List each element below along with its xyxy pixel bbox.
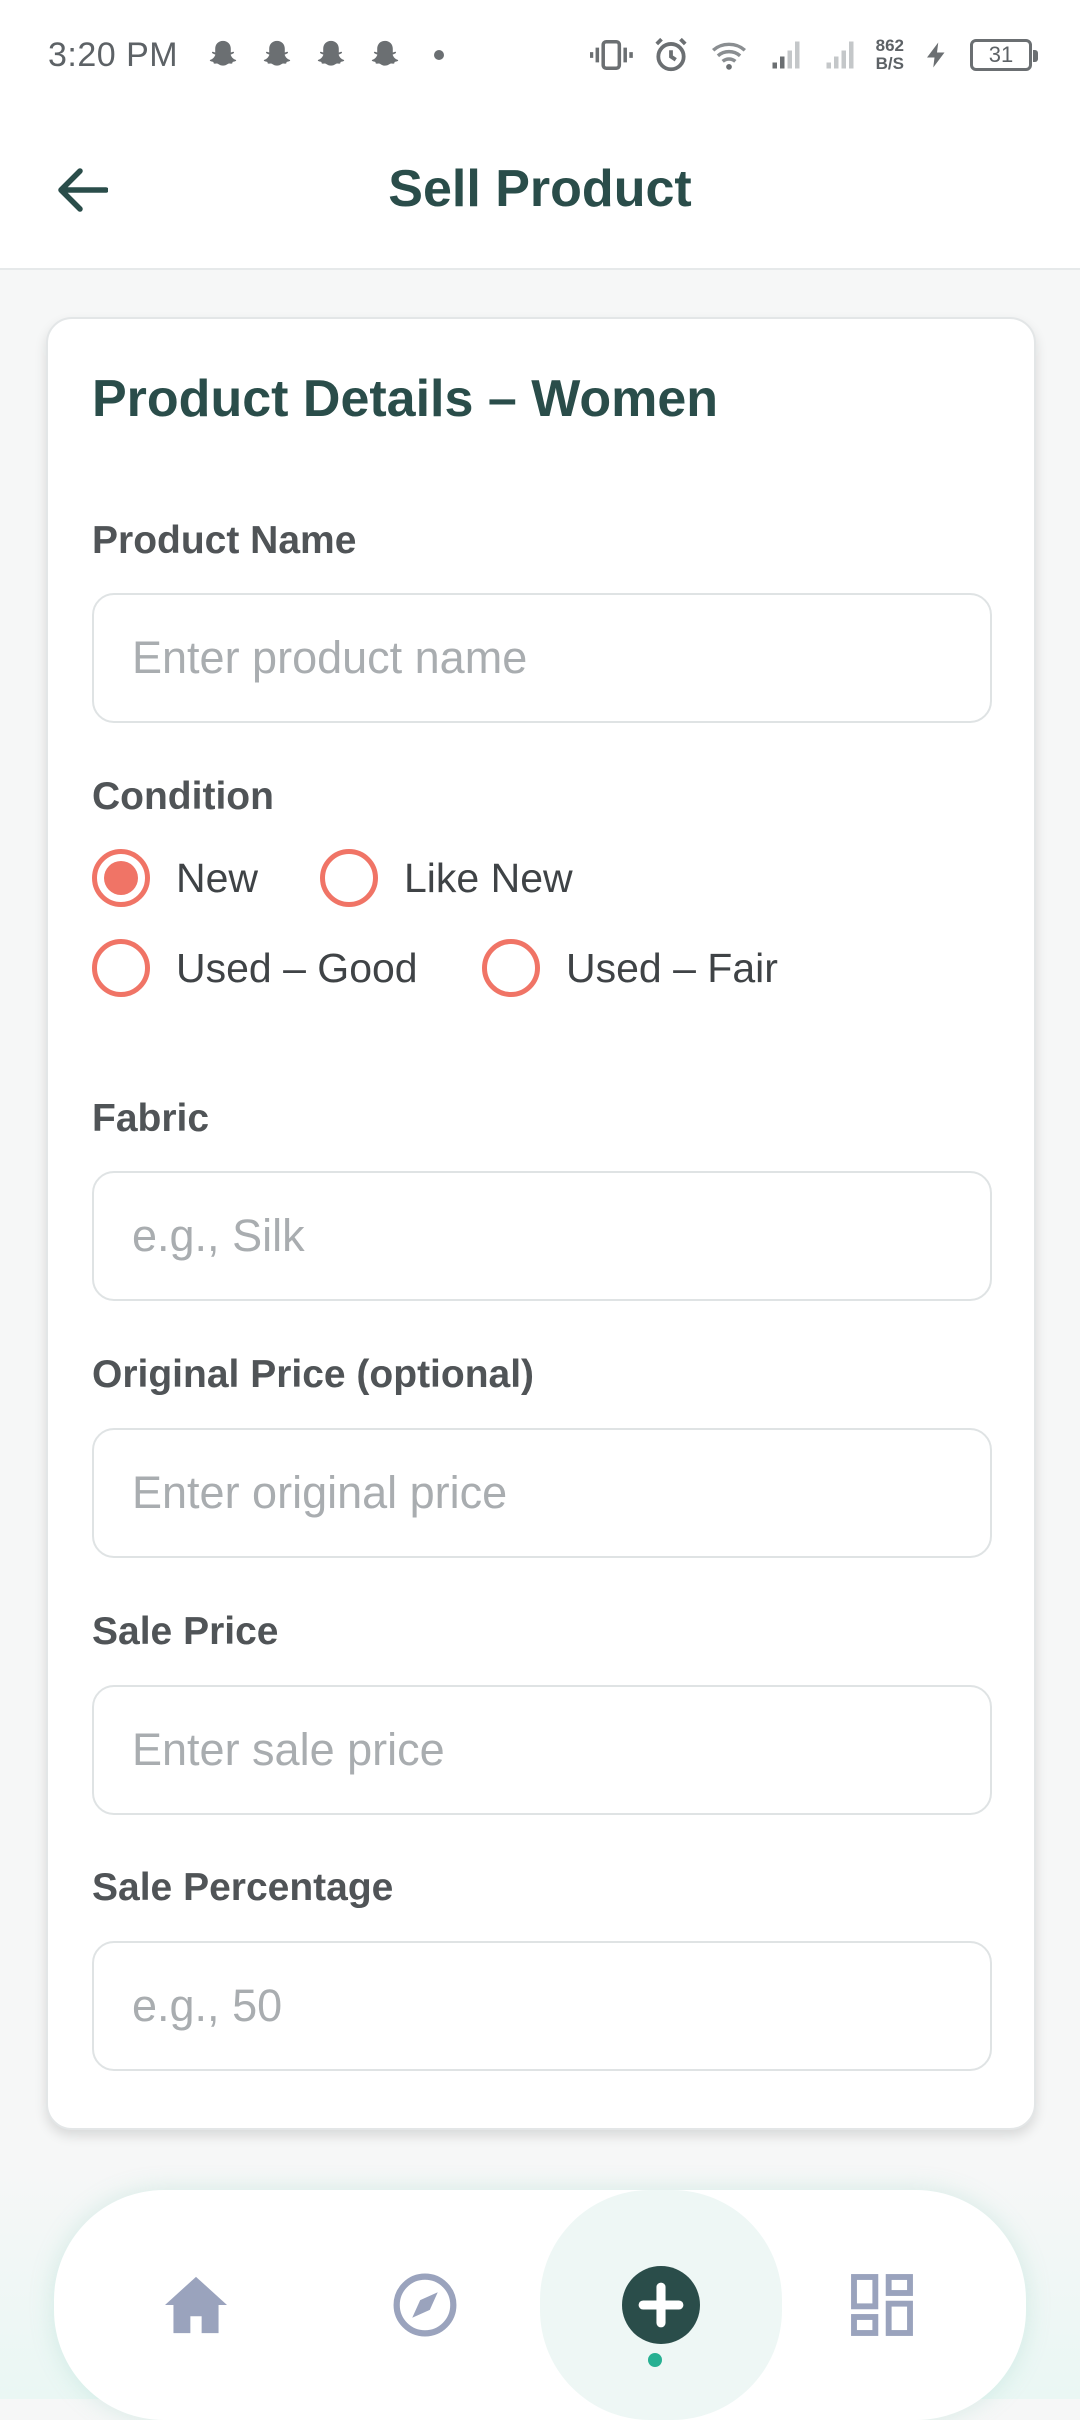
battery-level: 31 xyxy=(988,42,1014,67)
product-name-input[interactable] xyxy=(92,593,992,723)
condition-option-new[interactable]: New xyxy=(92,849,320,907)
battery-icon: 31 xyxy=(970,39,1038,71)
vibrate-icon xyxy=(589,40,633,70)
sale-price-label: Sale Price xyxy=(92,1610,279,1653)
alarm-icon xyxy=(655,37,687,72)
fabric-input[interactable] xyxy=(92,1171,992,1301)
signal-icon xyxy=(826,41,854,69)
nav-add[interactable] xyxy=(546,2190,776,2420)
notification-icons xyxy=(206,38,445,72)
radio-selected-icon xyxy=(92,849,150,907)
radio-unselected-icon xyxy=(92,939,150,997)
nav-dashboard[interactable] xyxy=(767,2190,997,2420)
dashboard-icon xyxy=(851,2274,913,2336)
condition-option-like-new[interactable]: Like New xyxy=(320,849,573,907)
snapchat-icon xyxy=(371,40,399,66)
radio-unselected-icon xyxy=(482,939,540,997)
signal-icon xyxy=(772,41,800,69)
product-name-label: Product Name xyxy=(92,519,357,562)
home-icon xyxy=(165,2276,227,2334)
nav-home[interactable] xyxy=(81,2190,311,2420)
card-title: Product Details – Women xyxy=(92,370,719,428)
sale-percentage-label: Sale Percentage xyxy=(92,1866,394,1909)
add-icon xyxy=(622,2266,700,2344)
bottom-navigation xyxy=(54,2190,1026,2420)
condition-radio-row: New Like New xyxy=(92,849,573,907)
radio-unselected-icon xyxy=(320,849,378,907)
status-time: 3:20 PM xyxy=(48,35,179,74)
nav-explore[interactable] xyxy=(310,2190,540,2420)
page-title: Sell Product xyxy=(388,160,692,218)
product-details-card: Product Details – Women Product Name Con… xyxy=(46,317,1036,2130)
condition-option-used-good[interactable]: Used – Good xyxy=(92,939,482,997)
fabric-label: Fabric xyxy=(92,1097,210,1140)
sale-percentage-input[interactable] xyxy=(92,1941,992,2071)
compass-icon xyxy=(393,2273,457,2337)
condition-option-used-fair[interactable]: Used – Fair xyxy=(482,939,778,997)
condition-radio-row: Used – Good Used – Fair xyxy=(92,939,778,997)
condition-label: Condition xyxy=(92,775,274,818)
back-button[interactable] xyxy=(52,160,112,220)
snapchat-icon xyxy=(209,40,237,66)
status-icons: 862 B/S 31 xyxy=(589,36,1038,74)
snapchat-icon xyxy=(263,40,291,66)
status-bar: 3:20 PM 862 B/S 31 xyxy=(0,0,1080,110)
network-speed: 862 B/S xyxy=(875,36,904,73)
original-price-label: Original Price (optional) xyxy=(92,1353,535,1396)
wifi-icon xyxy=(711,42,746,70)
app-header: Sell Product xyxy=(0,110,1080,270)
original-price-input[interactable] xyxy=(92,1428,992,1558)
arrow-left-icon xyxy=(58,168,108,212)
more-notifications-dot xyxy=(434,50,445,60)
snapchat-icon xyxy=(317,40,345,66)
sale-price-input[interactable] xyxy=(92,1685,992,1815)
active-indicator-dot xyxy=(648,2353,662,2367)
charging-icon xyxy=(927,42,945,68)
